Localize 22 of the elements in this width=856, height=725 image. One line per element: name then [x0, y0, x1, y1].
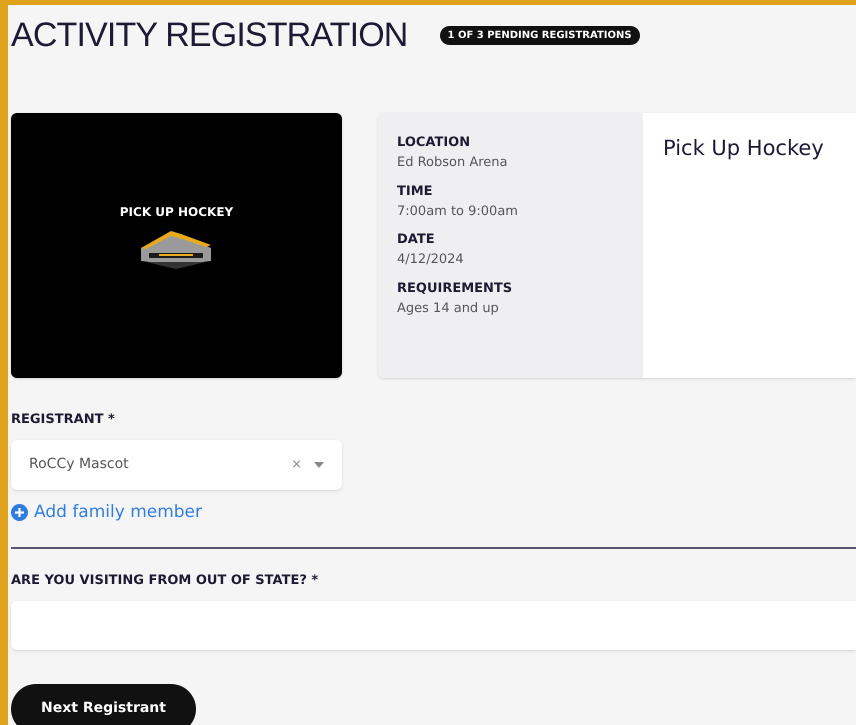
detail-value: Ages 14 and up [397, 300, 500, 317]
detail-label: LOCATION [397, 135, 472, 152]
add-family-member-link[interactable]: Add family member [11, 500, 202, 525]
plus-circle-icon [11, 504, 28, 521]
registrant-select[interactable]: RoCCy Mascot × [11, 440, 342, 490]
clear-button[interactable]: × [291, 454, 302, 474]
next-registrant-button[interactable]: Next Registrant [11, 684, 196, 725]
page-title: ACTIVITY REGISTRATION [11, 18, 408, 52]
activity-name: Pick Up Hockey [663, 136, 824, 160]
out-of-state-field[interactable] [11, 600, 856, 650]
out-of-state-label: ARE YOU VISITING FROM OUT OF STATE? * [11, 572, 320, 590]
registrant-label: REGISTRANT * [11, 411, 116, 429]
registrant-value: RoCCy Mascot [29, 455, 130, 474]
detail-value: 4/12/2024 [397, 252, 465, 268]
detail-value: 7:00am to 9:00am [397, 204, 519, 220]
dropdown-caret-icon [314, 462, 324, 468]
detail-label: DATE [397, 232, 436, 248]
detail-label: REQUIREMENTS [397, 280, 514, 297]
image-caption: PICK UP HOCKEY [118, 204, 234, 221]
pending-registrations-badge: 1 OF 3 PENDING REGISTRATIONS [440, 26, 640, 44]
detail-value: Ed Robson Arena [397, 155, 509, 172]
detail-label: TIME [397, 184, 434, 200]
